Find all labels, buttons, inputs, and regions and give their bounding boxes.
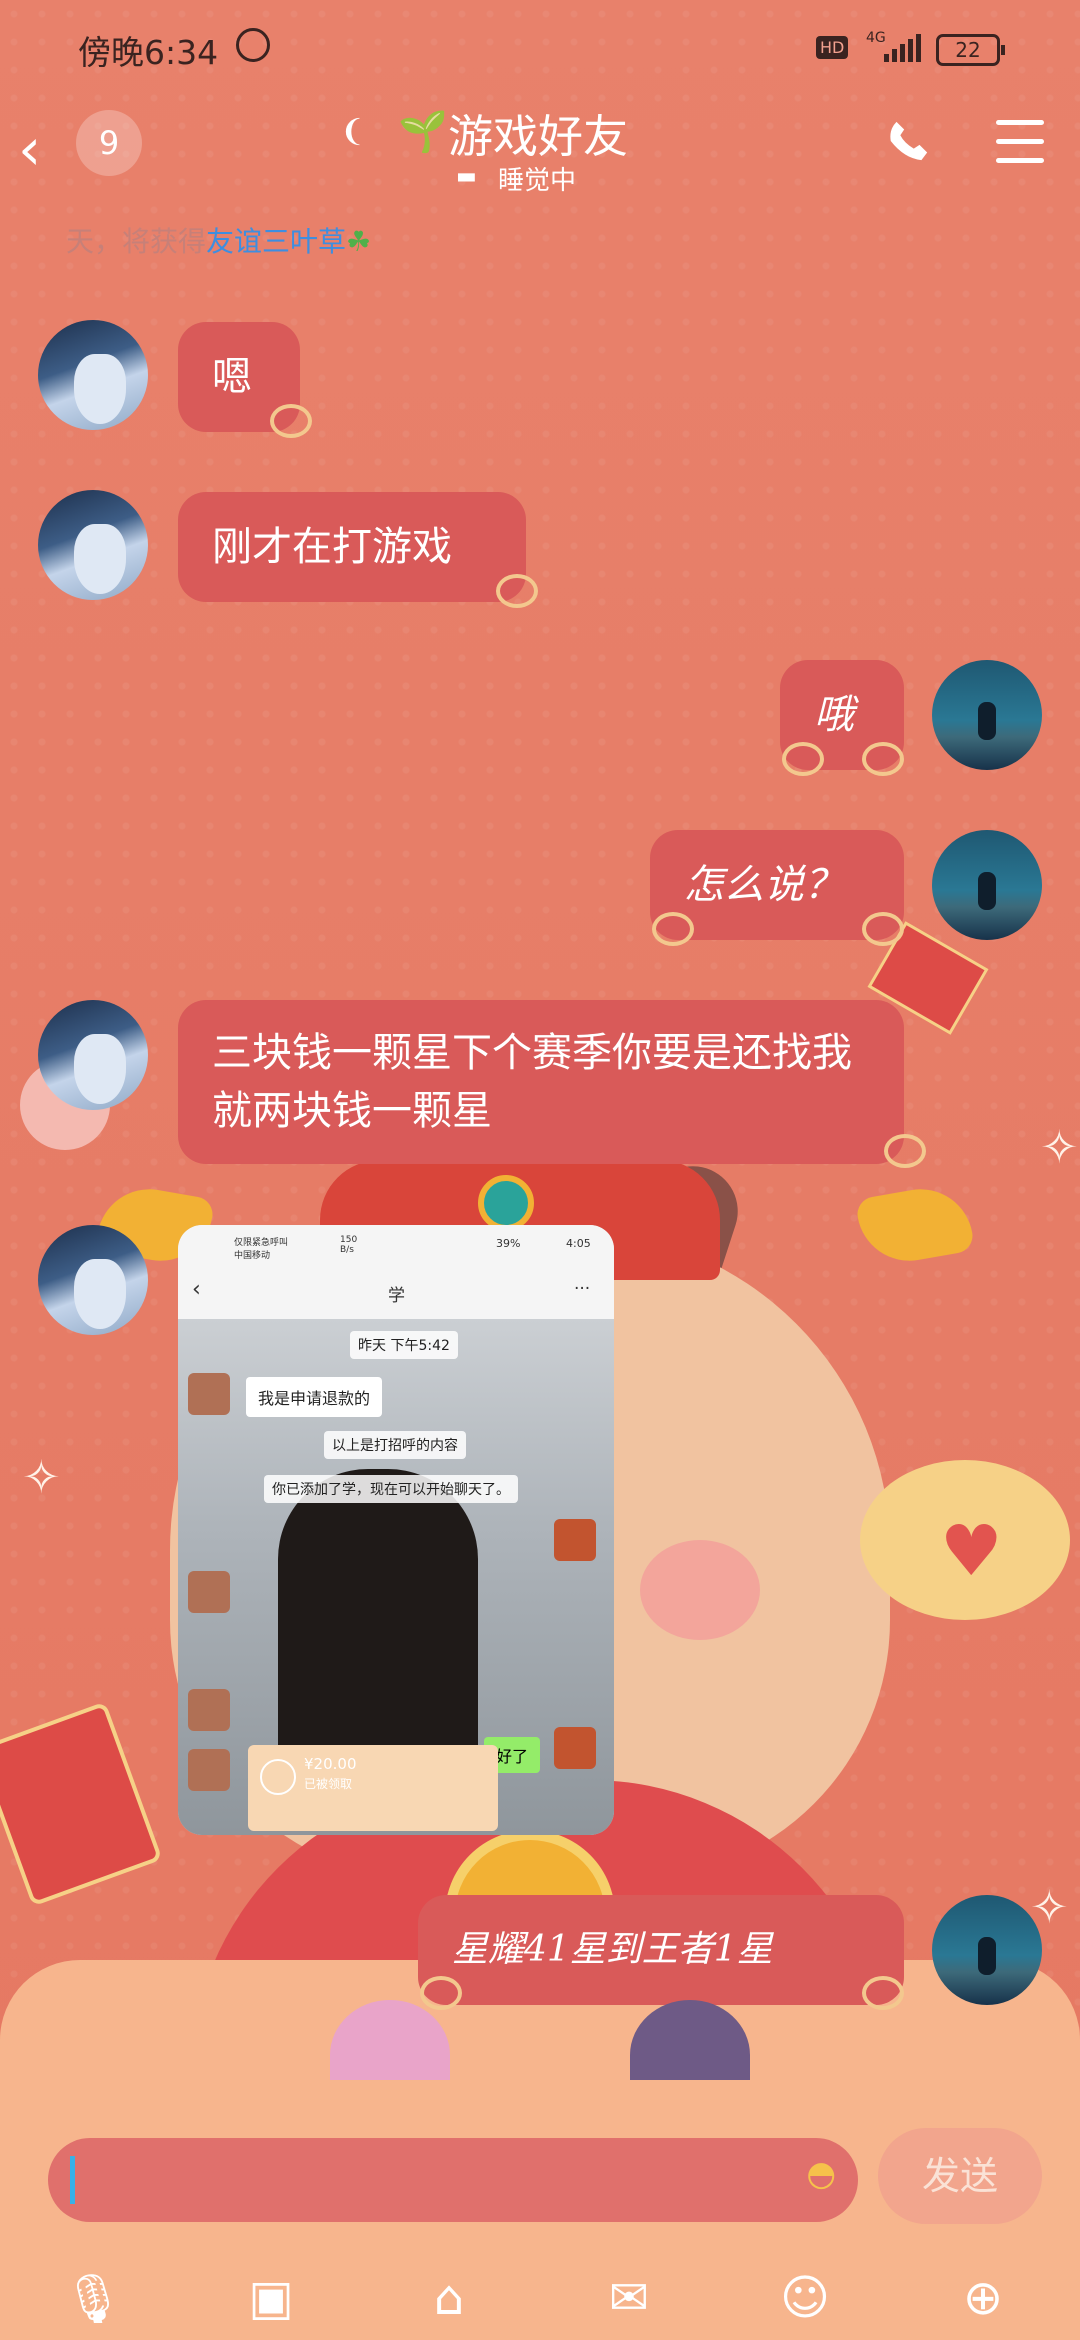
status-time: 傍晚6:34 xyxy=(78,33,219,72)
red-packet-icon[interactable]: ✉ xyxy=(594,2270,664,2326)
friend-avatar[interactable] xyxy=(38,1225,148,1335)
chat-header: ‹ 9 ❨ 🌱 游戏好友 ▬ 睡觉中 xyxy=(0,80,1080,210)
screenshot-chat-title: 学 xyxy=(388,1286,405,1306)
status-bar: 傍晚6:34 HD 4G 22 xyxy=(0,0,1080,80)
screenshot-timestamp: 昨天 下午5:42 xyxy=(350,1331,458,1359)
message-text: 嗯 xyxy=(212,354,252,400)
battery-icon: 22 xyxy=(936,34,1005,66)
mic-icon[interactable]: 🎙 xyxy=(58,2270,128,2327)
image-icon[interactable]: ▣ xyxy=(236,2270,306,2326)
message-text: 刚才在打游戏 xyxy=(212,524,452,570)
message-bubble[interactable]: 三块钱一颗星下个赛季你要是还找我就两块钱一颗星 xyxy=(178,1000,904,1164)
friend-avatar[interactable] xyxy=(38,320,148,430)
bubble-curl-decoration xyxy=(496,574,538,608)
friend-avatar[interactable] xyxy=(38,1000,148,1110)
hd-badge: HD xyxy=(816,36,849,59)
heart-icon: ♥ xyxy=(940,1510,1003,1592)
bed-icon: ▬ xyxy=(456,164,477,189)
my-avatar[interactable] xyxy=(932,660,1042,770)
screenshot-system-note: 以上是打招呼的内容 xyxy=(324,1431,466,1459)
network-type: 4G xyxy=(866,30,886,46)
ear-icon: ❨ xyxy=(340,114,366,149)
chat-status: 睡觉中 xyxy=(498,166,577,196)
signal-icon xyxy=(884,34,921,62)
my-avatar[interactable] xyxy=(932,830,1042,940)
screenshot-speed: 150 B/s xyxy=(340,1235,358,1255)
friend-avatar[interactable] xyxy=(38,490,148,600)
plus-icon[interactable]: ⊕ xyxy=(948,2270,1018,2326)
emoji-icon[interactable]: ☺ xyxy=(770,2270,840,2326)
bubble-curl-decoration xyxy=(420,1976,462,2010)
menu-icon[interactable] xyxy=(996,120,1044,164)
system-notice: 天，将获得友谊三叶草☘ xyxy=(66,220,371,260)
system-notice-text: 天，将获得 xyxy=(66,225,207,258)
ox-blush xyxy=(640,1540,760,1640)
screenshot-back-icon: ‹ xyxy=(192,1277,201,1302)
transfer-status: 已被领取 xyxy=(304,1777,353,1791)
screenshot-time: 4:05 xyxy=(566,1237,591,1250)
bubble-curl-decoration xyxy=(862,1976,904,2010)
send-button[interactable]: 发送 xyxy=(878,2128,1042,2224)
clover-icon: 🌱 xyxy=(398,109,448,155)
screenshot-carrier: 仅限紧急呼叫 中国移动 xyxy=(234,1238,289,1261)
gold-ingot-icon[interactable]: ◓ xyxy=(806,2154,836,2194)
back-chevron-icon[interactable]: ‹ xyxy=(18,120,41,178)
transfer-amount: ¥20.00 xyxy=(304,1755,357,1773)
alarm-icon xyxy=(236,28,270,62)
screenshot-message: 我是申请退款的 xyxy=(246,1377,383,1417)
message-text: 三块钱一颗星下个赛季你要是还找我就两块钱一颗星 xyxy=(212,1030,852,1134)
clover-icon: ☘ xyxy=(346,225,372,258)
message-text: 星耀41星到王者1星 xyxy=(452,1929,773,1970)
bubble-curl-decoration xyxy=(862,742,904,776)
my-avatar[interactable] xyxy=(932,1895,1042,2005)
screenshot-my-avatar xyxy=(554,1727,596,1769)
screenshot-photo: 昨天 下午5:42 我是申请退款的 以上是打招呼的内容 你已添加了学，现在可以开… xyxy=(178,1319,614,1835)
message-bubble[interactable]: 刚才在打游戏 xyxy=(178,492,526,602)
message-bubble[interactable]: 星耀41星到王者1星 xyxy=(418,1895,904,2005)
bubble-curl-decoration xyxy=(782,742,824,776)
text-cursor xyxy=(70,2156,75,2204)
screenshot-avatar xyxy=(188,1749,230,1791)
chat-title[interactable]: 游戏好友 xyxy=(448,100,628,165)
phone-icon[interactable] xyxy=(885,118,931,164)
screenshot-more-icon: ··· xyxy=(574,1279,591,1299)
ox-hat-gem xyxy=(478,1175,534,1231)
screenshot-my-avatar xyxy=(554,1519,596,1561)
message-input[interactable]: ◓ xyxy=(48,2138,858,2222)
bubble-curl-decoration xyxy=(270,404,312,438)
screenshot-transfer-card: ¥20.00 已被领取 xyxy=(248,1745,498,1831)
image-message[interactable]: 仅限紧急呼叫 中国移动 150 B/s 39% 4:05 ‹ 学 ··· 昨天 … xyxy=(178,1225,614,1835)
message-text: 怎么说？ xyxy=(684,862,844,908)
friendship-clover-link[interactable]: 友谊三叶草 xyxy=(206,225,346,258)
screenshot-system-note: 你已添加了学，现在可以开始聊天了。 xyxy=(264,1475,518,1503)
sparkle-icon: ✧ xyxy=(22,1450,61,1504)
screenshot-battery: 39% xyxy=(496,1237,521,1250)
message-text: 哦 xyxy=(814,692,854,738)
bubble-curl-decoration xyxy=(884,1134,926,1168)
screenshot-header: 仅限紧急呼叫 中国移动 150 B/s 39% 4:05 ‹ 学 ··· xyxy=(178,1225,614,1319)
check-icon xyxy=(260,1759,296,1795)
bubble-curl-decoration xyxy=(652,912,694,946)
bubble-curl-decoration xyxy=(862,912,904,946)
sparkle-icon: ✧ xyxy=(1040,1120,1079,1174)
input-bar: ◓ 发送 🎙 ▣ ⌂ ✉ ☺ ⊕ xyxy=(0,2080,1080,2340)
camera-icon[interactable]: ⌂ xyxy=(414,2270,484,2326)
screenshot-avatar xyxy=(188,1373,230,1415)
screenshot-avatar xyxy=(188,1689,230,1731)
unread-count-badge[interactable]: 9 xyxy=(76,110,142,176)
screenshot-avatar xyxy=(188,1571,230,1613)
